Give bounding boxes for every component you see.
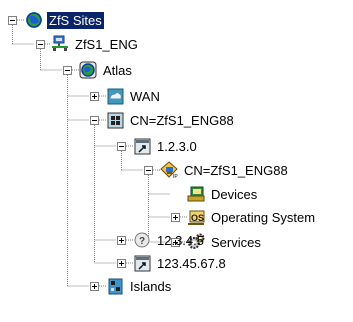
tree-node-label: Services <box>211 234 261 250</box>
tree-node-label: 12.3.4.5 <box>157 232 204 248</box>
tree-node-operating-system[interactable]: OS Operating System <box>187 206 317 228</box>
tree-node-label: Islands <box>130 278 172 294</box>
tree-node-label: ZfS Sites <box>47 11 104 29</box>
ip-host-icon: IP <box>160 161 179 179</box>
atlas-globe-icon <box>79 61 98 79</box>
tree-node-cn-zfs1-eng88[interactable]: CN=ZfS1_ENG88 <box>106 109 236 131</box>
tree-node-atlas[interactable]: Atlas <box>79 59 134 81</box>
tree-node-1230[interactable]: 1.2.3.0 <box>133 135 199 157</box>
unknown-subnet-icon: ? <box>133 231 152 249</box>
tree-node-label: CN=ZfS1_ENG88 <box>130 112 234 128</box>
collapse-toggle-atlas[interactable] <box>63 66 72 75</box>
expand-toggle-wan[interactable] <box>90 92 99 101</box>
wan-cloud-icon <box>106 87 125 105</box>
tree-node-label: Devices <box>211 186 258 202</box>
expand-toggle-12345[interactable] <box>117 236 126 245</box>
islands-icon <box>106 277 125 295</box>
svg-text:?: ? <box>139 236 145 247</box>
tree-node-label: Atlas <box>103 62 132 78</box>
expand-toggle-islands[interactable] <box>90 282 99 291</box>
tree-node-label: 123.45.67.8 <box>157 255 226 271</box>
tree-node-islands[interactable]: Islands <box>106 275 173 297</box>
svg-text:IP: IP <box>173 174 178 179</box>
tree-node-label: CN=ZfS1_ENG88 <box>184 162 288 178</box>
subnet-icon <box>133 137 152 155</box>
tree-node-cn-zfs1-eng88-ip[interactable]: IP CN=ZfS1_ENG88 <box>160 159 290 181</box>
tree-node-devices[interactable]: Devices <box>187 183 259 205</box>
collapse-toggle-cn-zfs1-eng88[interactable] <box>90 116 99 125</box>
globe-icon <box>25 11 44 29</box>
tree-node-zfs-sites[interactable]: ZfS Sites <box>25 9 104 31</box>
container-icon <box>106 111 125 129</box>
tree-node-wan[interactable]: WAN <box>106 85 162 107</box>
collapse-toggle-zfs1-eng[interactable] <box>36 40 45 49</box>
tree-view: ZfS Sites ZfS1_ENG Atlas WAN CN=ZfS1_ENG… <box>0 0 353 322</box>
collapse-toggle-zfs-sites[interactable] <box>8 16 17 25</box>
collapse-toggle-cn-zfs1-eng88-ip[interactable] <box>144 166 153 175</box>
svg-text:OS: OS <box>191 213 204 223</box>
tree-node-12345[interactable]: ? 12.3.4.5 <box>133 229 206 251</box>
expand-toggle-12345678[interactable] <box>117 259 126 268</box>
tree-node-label: 1.2.3.0 <box>157 138 197 154</box>
tree-node-zfs1-eng[interactable]: ZfS1_ENG <box>51 33 140 55</box>
server-network-icon <box>51 35 70 53</box>
devices-icon <box>187 185 206 203</box>
expand-toggle-operating-system[interactable] <box>171 213 180 222</box>
tree-node-label: WAN <box>130 88 160 104</box>
operating-system-icon: OS <box>187 208 206 226</box>
tree-node-123456778[interactable]: 123.45.67.8 <box>133 252 228 274</box>
subnet-icon <box>133 254 152 272</box>
tree-node-label: Operating System <box>211 209 316 225</box>
tree-node-label: ZfS1_ENG <box>75 36 138 52</box>
collapse-toggle-1230[interactable] <box>117 142 126 151</box>
